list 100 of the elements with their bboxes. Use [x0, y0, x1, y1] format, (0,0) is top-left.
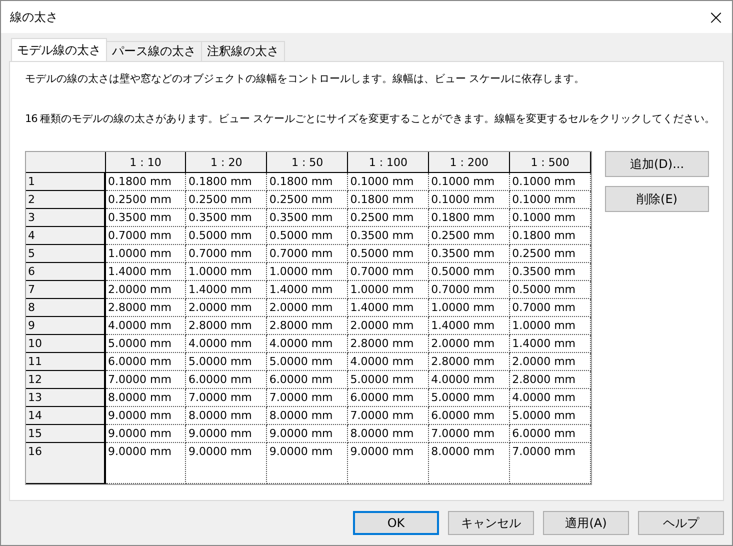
table-cell[interactable]: 2.0000 mm	[510, 352, 590, 370]
table-cell[interactable]: 0.1800 mm	[348, 190, 429, 208]
table-cell[interactable]: 6.0000 mm	[428, 406, 510, 424]
table-cell[interactable]: 0.3500 mm	[105, 208, 186, 226]
table-cell[interactable]: 0.2500 mm	[348, 208, 429, 226]
table-cell[interactable]: 4.0000 mm	[105, 316, 186, 334]
table-cell[interactable]: 9.0000 mm	[266, 442, 348, 484]
tab[interactable]: モデル線の太さ	[11, 38, 107, 61]
table-cell[interactable]: 5.0000 mm	[510, 406, 590, 424]
table-cell[interactable]: 5.0000 mm	[266, 352, 348, 370]
table-cell[interactable]: 5.0000 mm	[348, 370, 429, 388]
table-cell[interactable]: 2.0000 mm	[348, 316, 429, 334]
table-cell[interactable]: 8.0000 mm	[105, 388, 186, 406]
table-cell[interactable]: 2.8000 mm	[348, 334, 429, 352]
table-cell[interactable]: 0.7000 mm	[266, 244, 348, 262]
table-cell[interactable]: 1.0000 mm	[105, 244, 186, 262]
table-cell[interactable]: 0.3500 mm	[186, 208, 267, 226]
table-cell[interactable]: 6.0000 mm	[348, 388, 429, 406]
table-cell[interactable]: 0.5000 mm	[510, 280, 590, 298]
dialog-button[interactable]: ヘルプ	[638, 511, 724, 535]
table-cell[interactable]: 0.3500 mm	[510, 262, 590, 280]
table-cell[interactable]: 1.4000 mm	[348, 298, 429, 316]
table-cell[interactable]: 2.0000 mm	[105, 280, 186, 298]
table-cell[interactable]: 9.0000 mm	[186, 442, 267, 484]
table-cell[interactable]: 8.0000 mm	[348, 424, 429, 442]
table-cell[interactable]: 9.0000 mm	[266, 424, 348, 442]
dialog-button[interactable]: キャンセル	[448, 511, 534, 535]
table-cell[interactable]: 0.7000 mm	[186, 244, 267, 262]
table-cell[interactable]: 0.1000 mm	[510, 190, 590, 208]
table-cell[interactable]: 0.5000 mm	[348, 244, 429, 262]
table-cell[interactable]: 6.0000 mm	[266, 370, 348, 388]
tab[interactable]: 注釈線の太さ	[201, 41, 285, 61]
table-cell[interactable]: 1.4000 mm	[428, 316, 510, 334]
table-cell[interactable]: 2.8000 mm	[510, 370, 590, 388]
table-cell[interactable]: 9.0000 mm	[348, 442, 429, 484]
dialog-button[interactable]: 適用(A)	[543, 511, 629, 535]
table-cell[interactable]: 0.1000 mm	[348, 172, 429, 190]
table-cell[interactable]: 9.0000 mm	[105, 442, 186, 484]
table-cell[interactable]: 0.5000 mm	[266, 226, 348, 244]
table-cell[interactable]: 0.1000 mm	[510, 208, 590, 226]
table-cell[interactable]: 0.1800 mm	[510, 226, 590, 244]
table-cell[interactable]: 0.3500 mm	[428, 244, 510, 262]
table-cell[interactable]: 4.0000 mm	[510, 388, 590, 406]
table-cell[interactable]: 4.0000 mm	[266, 334, 348, 352]
table-cell[interactable]: 2.8000 mm	[105, 298, 186, 316]
table-cell[interactable]: 7.0000 mm	[105, 370, 186, 388]
table-cell[interactable]: 1.0000 mm	[186, 262, 267, 280]
table-cell[interactable]: 7.0000 mm	[428, 424, 510, 442]
table-cell[interactable]: 0.3500 mm	[266, 208, 348, 226]
table-cell[interactable]: 9.0000 mm	[186, 424, 267, 442]
table-cell[interactable]: 2.8000 mm	[186, 316, 267, 334]
table-cell[interactable]: 0.2500 mm	[510, 244, 590, 262]
table-cell[interactable]: 5.0000 mm	[186, 352, 267, 370]
table-cell[interactable]: 0.3500 mm	[348, 226, 429, 244]
table-cell[interactable]: 1.0000 mm	[266, 262, 348, 280]
table-cell[interactable]: 2.0000 mm	[266, 298, 348, 316]
table-cell[interactable]: 0.2500 mm	[266, 190, 348, 208]
table-cell[interactable]: 1.0000 mm	[510, 316, 590, 334]
table-cell[interactable]: 2.8000 mm	[428, 352, 510, 370]
close-button[interactable]: ×	[700, 1, 732, 33]
table-cell[interactable]: 7.0000 mm	[348, 406, 429, 424]
table-cell[interactable]: 0.1800 mm	[266, 172, 348, 190]
table-cell[interactable]: 0.2500 mm	[428, 226, 510, 244]
table-cell[interactable]: 8.0000 mm	[428, 442, 510, 484]
table-cell[interactable]: 5.0000 mm	[428, 388, 510, 406]
table-cell[interactable]: 5.0000 mm	[105, 334, 186, 352]
table-cell[interactable]: 7.0000 mm	[510, 442, 590, 484]
table-cell[interactable]: 4.0000 mm	[428, 370, 510, 388]
table-cell[interactable]: 7.0000 mm	[186, 388, 267, 406]
table-cell[interactable]: 2.8000 mm	[266, 316, 348, 334]
table-cell[interactable]: 2.0000 mm	[186, 298, 267, 316]
table-cell[interactable]: 0.1000 mm	[510, 172, 590, 190]
side-button[interactable]: 追加(D)...	[605, 151, 709, 177]
table-cell[interactable]: 4.0000 mm	[348, 352, 429, 370]
table-cell[interactable]: 6.0000 mm	[510, 424, 590, 442]
table-cell[interactable]: 0.1000 mm	[428, 190, 510, 208]
table-cell[interactable]: 8.0000 mm	[186, 406, 267, 424]
table-cell[interactable]: 0.7000 mm	[105, 226, 186, 244]
table-cell[interactable]: 7.0000 mm	[266, 388, 348, 406]
table-cell[interactable]: 1.4000 mm	[105, 262, 186, 280]
table-cell[interactable]: 0.7000 mm	[510, 298, 590, 316]
table-cell[interactable]: 4.0000 mm	[186, 334, 267, 352]
table-cell[interactable]: 0.5000 mm	[428, 262, 510, 280]
table-cell[interactable]: 0.7000 mm	[348, 262, 429, 280]
table-cell[interactable]: 0.2500 mm	[186, 190, 267, 208]
table-cell[interactable]: 1.0000 mm	[428, 298, 510, 316]
table-cell[interactable]: 6.0000 mm	[105, 352, 186, 370]
table-cell[interactable]: 0.2500 mm	[105, 190, 186, 208]
table-cell[interactable]: 0.1800 mm	[186, 172, 267, 190]
table-cell[interactable]: 6.0000 mm	[186, 370, 267, 388]
table-cell[interactable]: 0.1800 mm	[428, 208, 510, 226]
table-cell[interactable]: 1.4000 mm	[186, 280, 267, 298]
table-cell[interactable]: 1.0000 mm	[348, 280, 429, 298]
table-cell[interactable]: 0.7000 mm	[428, 280, 510, 298]
dialog-button[interactable]: OK	[353, 511, 439, 535]
table-cell[interactable]: 1.4000 mm	[510, 334, 590, 352]
table-cell[interactable]: 9.0000 mm	[105, 424, 186, 442]
table-cell[interactable]: 2.0000 mm	[428, 334, 510, 352]
table-cell[interactable]: 0.1800 mm	[105, 172, 186, 190]
table-cell[interactable]: 8.0000 mm	[266, 406, 348, 424]
